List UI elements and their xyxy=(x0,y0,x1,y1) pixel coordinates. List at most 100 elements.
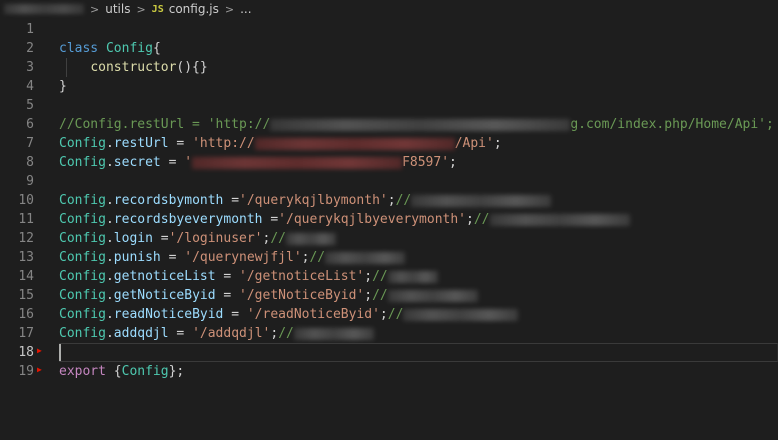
code-token: ; xyxy=(364,288,373,303)
code-token: login xyxy=(113,231,153,246)
code-line[interactable]: 6 //Config.restUrl = 'http:// g.com/index.… xyxy=(0,115,778,134)
current-line-highlight xyxy=(59,343,778,362)
code-token: = xyxy=(223,307,247,322)
breakpoint-marker-icon[interactable]: ▶ xyxy=(37,341,42,360)
code-token: = xyxy=(223,193,240,208)
code-text: Config.readNoticeByid = '/readNoticeByid… xyxy=(59,305,519,324)
code-line[interactable]: ▶ 19 export {Config}; xyxy=(0,362,778,381)
line-number: 12 xyxy=(18,231,34,246)
code-line[interactable]: 7 Config.restUrl = 'http:// /Api'; xyxy=(0,134,778,153)
code-token: 'http:// xyxy=(192,136,255,151)
redacted-text xyxy=(192,156,403,169)
code-token: getnoticeList xyxy=(113,269,216,284)
code-line[interactable]: 3 constructor(){} xyxy=(0,58,778,77)
line-number: 14 xyxy=(18,269,34,284)
code-token: class xyxy=(59,41,106,56)
code-text: Config.getNoticeByid = '/getNoticeByid';… xyxy=(59,286,478,305)
code-token: Config xyxy=(59,212,106,227)
code-line[interactable]: 14 Config.getnoticeList = '/getnoticeList… xyxy=(0,267,778,286)
line-number: 19 xyxy=(18,364,34,379)
code-text: Config.login ='/loginuser';// xyxy=(59,229,336,248)
code-token: '/readNoticeByid' xyxy=(246,307,380,322)
code-line[interactable]: 5 xyxy=(0,96,778,115)
code-token: Config xyxy=(59,136,106,151)
code-token: '/getnoticeList' xyxy=(239,269,365,284)
code-token: . xyxy=(105,288,114,303)
code-token: . xyxy=(105,269,114,284)
code-line[interactable]: 17 Config.addqdjl = '/addqdjl';// xyxy=(0,324,778,343)
code-line[interactable]: 12 Config.login ='/loginuser';// xyxy=(0,229,778,248)
code-token: // xyxy=(395,193,412,208)
breadcrumb-symbols[interactable]: ... xyxy=(240,2,251,16)
code-token: addqdjl xyxy=(113,326,169,341)
code-token: }; xyxy=(168,364,185,379)
line-number: 5 xyxy=(26,98,34,113)
code-token: Config xyxy=(59,326,106,341)
code-text: Config.punish = '/querynewjfjl';// xyxy=(59,248,406,267)
code-line[interactable]: 1 xyxy=(0,20,778,39)
code-token: '/getNoticeByid' xyxy=(239,288,365,303)
redacted-text xyxy=(387,289,478,302)
code-text: Config.getnoticeList = '/getnoticeList';… xyxy=(59,267,438,286)
code-token: '/querykqjlbyeverymonth' xyxy=(278,212,467,227)
breakpoint-marker-icon[interactable]: ▶ xyxy=(37,360,42,379)
code-token: ; xyxy=(364,269,373,284)
breadcrumb-folder[interactable]: utils xyxy=(105,2,130,16)
code-token: ; xyxy=(449,155,457,170)
code-token: // xyxy=(372,288,388,303)
code-line[interactable]: 16 Config.readNoticeByid = '/readNoticeBy… xyxy=(0,305,778,324)
code-token: ; xyxy=(493,136,502,151)
line-number: 7 xyxy=(26,136,34,151)
code-token: constructor xyxy=(90,60,177,75)
code-token: = xyxy=(160,155,185,170)
code-token: . xyxy=(105,136,114,151)
code-text: Config.restUrl = 'http:// /Api'; xyxy=(59,134,502,153)
code-line[interactable]: 15 Config.getNoticeByid = '/getNoticeByid… xyxy=(0,286,778,305)
redacted-text xyxy=(270,118,571,131)
line-number: 1 xyxy=(26,22,34,37)
code-line[interactable]: 9 xyxy=(0,172,778,191)
code-token: Config xyxy=(59,307,106,322)
code-token: '/querynewjfjl' xyxy=(184,250,302,265)
code-line[interactable]: 13 Config.punish = '/querynewjfjl';// xyxy=(0,248,778,267)
code-token: Config xyxy=(59,193,106,208)
redacted-text xyxy=(286,232,336,245)
code-token: // xyxy=(278,326,294,341)
line-number: 17 xyxy=(18,326,34,341)
code-token: Config xyxy=(59,269,106,284)
code-text: export {Config}; xyxy=(59,362,184,381)
code-token: Config xyxy=(121,364,169,379)
code-editor[interactable]: 1 2 class Config{3 constructor(){} 4} 5 6//Co… xyxy=(0,20,778,440)
line-number: 18 xyxy=(18,345,34,360)
code-token: ; xyxy=(466,212,474,227)
code-token: . xyxy=(105,250,114,265)
code-line[interactable]: 11 Config.recordsbyeverymonth ='/querykqj… xyxy=(0,210,778,229)
code-line[interactable]: 10 Config.recordsbymonth ='/querykqjlbymo… xyxy=(0,191,778,210)
code-text: constructor(){} xyxy=(59,58,207,77)
breadcrumb: > utils > JS config.js > ... xyxy=(0,0,778,18)
code-token: = xyxy=(215,288,240,303)
code-token: recordsbyeverymonth xyxy=(113,212,263,227)
line-number: 15 xyxy=(18,288,34,303)
line-number: 2 xyxy=(26,41,34,56)
redacted-text xyxy=(387,270,438,283)
code-token: '/loginuser' xyxy=(168,231,263,246)
code-token: } xyxy=(59,79,67,94)
code-line[interactable]: ▶ 18 xyxy=(0,343,778,362)
line-number: 11 xyxy=(18,212,34,227)
code-token: { xyxy=(113,364,122,379)
breadcrumb-file[interactable]: config.js xyxy=(169,2,219,16)
code-token: { xyxy=(152,41,161,56)
code-line[interactable]: 8 Config.secret = ' F8597'; xyxy=(0,153,778,172)
code-token: . xyxy=(105,212,114,227)
redacted-text xyxy=(254,137,455,150)
redacted-text xyxy=(489,213,630,226)
code-token: secret xyxy=(113,155,161,170)
code-line[interactable]: 2 class Config{ xyxy=(0,39,778,58)
code-token: = xyxy=(168,326,193,341)
code-line[interactable]: 4} xyxy=(0,77,778,96)
line-number: 13 xyxy=(18,250,34,265)
chevron-right-icon: > xyxy=(90,2,100,16)
code-token: . xyxy=(105,155,114,170)
redacted-path xyxy=(4,4,84,14)
